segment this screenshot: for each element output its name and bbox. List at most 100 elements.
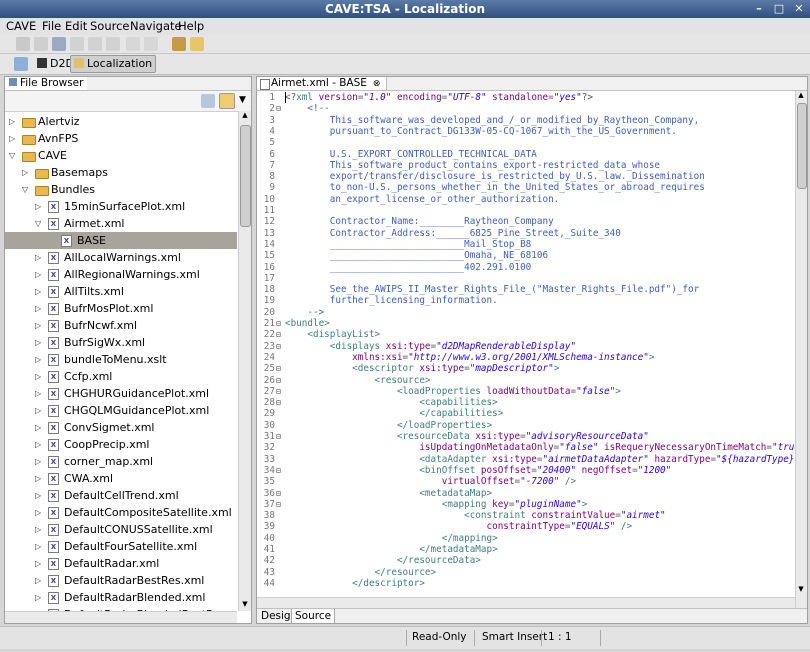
fold-marker-icon[interactable]: ⊟ (276, 341, 281, 352)
tree-item[interactable]: ▽ CAVE (5, 147, 237, 164)
tree-item[interactable]: ▷ AvnFPS (5, 130, 237, 147)
tree-item[interactable]: ▷ X AllTilts.xml (5, 283, 237, 300)
tree-item[interactable]: ▷ X DefaultRadarBestRes.xml (5, 572, 237, 589)
fold-marker-icon[interactable]: ⊟ (276, 386, 281, 397)
save-icon[interactable] (16, 37, 30, 51)
expand-toggle-icon[interactable]: ▷ (22, 164, 31, 181)
tree-item[interactable]: ▷ X BufrSigWx.xml (5, 334, 237, 351)
expand-toggle-icon[interactable]: ▷ (35, 572, 44, 589)
scroll-up-icon[interactable]: ▲ (796, 91, 806, 101)
fold-marker-icon[interactable]: ⊟ (276, 318, 281, 329)
open-file-icon[interactable] (190, 37, 204, 51)
scroll-up-icon[interactable]: ▲ (240, 111, 250, 121)
tree-item[interactable]: ▷ X 15minSurfacePlot.xml (5, 198, 237, 215)
tree-item[interactable]: ▷ XbundleToMenu.xslt (5, 351, 237, 368)
minimize-icon[interactable]: – (752, 2, 766, 15)
file-browser-tab[interactable]: File Browser (5, 77, 88, 90)
perspective-localization[interactable]: Localization (70, 55, 157, 73)
scrollbar-thumb[interactable] (240, 125, 251, 227)
expand-toggle-icon[interactable]: ▷ (35, 300, 44, 317)
expand-toggle-icon[interactable]: ▷ (35, 402, 44, 419)
tree-item[interactable]: ▷ X CHGHURGuidancePlot.xml (5, 385, 237, 402)
tree-item[interactable]: ▷ X Ccfp.xml (5, 368, 237, 385)
expand-toggle-icon[interactable]: ▷ (35, 538, 44, 555)
collapse-toggle-icon[interactable]: ▽ (35, 215, 44, 232)
fold-marker-icon[interactable]: ⊟ (276, 103, 281, 114)
expand-toggle-icon[interactable]: ▷ (35, 283, 44, 300)
cut-icon[interactable] (70, 37, 84, 51)
fold-marker-icon[interactable]: ⊟ (276, 375, 281, 386)
expand-toggle-icon[interactable]: ▷ (35, 368, 44, 385)
tree-item[interactable]: ▷ X DefaultCompositeSatellite.xml (5, 504, 237, 521)
fold-marker-icon[interactable]: ⊟ (276, 363, 281, 374)
tree-item[interactable]: ▷ X DefaultRadar.xml (5, 555, 237, 572)
menu-navigate[interactable]: Navigate (130, 19, 182, 33)
tree-item[interactable]: ▷ Basemaps (5, 164, 237, 181)
tab-source[interactable]: Source (291, 609, 336, 623)
xml-source-editor[interactable]: 1 <?xml version="1.0" encoding="UTF-8" st… (257, 91, 795, 608)
fold-marker-icon[interactable]: ⊟ (276, 329, 281, 340)
menu-edit[interactable]: Edit (65, 19, 87, 33)
tree-item[interactable]: ▷ Xcorner_map.xml (5, 453, 237, 470)
tree-item[interactable]: ▷ X DefaultRadarBlended.xml (5, 589, 237, 606)
file-tree-vertical-scrollbar[interactable]: ▲ ▼ (238, 111, 251, 611)
open-perspective-icon[interactable] (14, 57, 28, 71)
expand-toggle-icon[interactable]: ▷ (35, 487, 44, 504)
view-menu-icon[interactable]: ▼ (239, 95, 246, 105)
copy-icon[interactable] (88, 37, 102, 51)
collapse-toggle-icon[interactable]: ▽ (22, 181, 31, 198)
tree-item[interactable]: ▷ X CoopPrecip.xml (5, 436, 237, 453)
expand-toggle-icon[interactable]: ▷ (35, 351, 44, 368)
close-tab-icon[interactable]: ⊗ (373, 79, 381, 89)
collapse-toggle-icon[interactable]: ▽ (9, 147, 18, 164)
tree-item[interactable]: ▷ X DefaultCellTrend.xml (5, 487, 237, 504)
undo-icon[interactable] (126, 37, 140, 51)
tree-item[interactable]: ▷ X AllRegionalWarnings.xml (5, 266, 237, 283)
editor-vertical-scrollbar[interactable]: ▲ ▼ (795, 91, 807, 608)
scroll-down-icon[interactable]: ▼ (796, 585, 806, 595)
save-all-icon[interactable] (34, 37, 48, 51)
expand-toggle-icon[interactable]: ▷ (9, 130, 18, 147)
fold-marker-icon[interactable]: ⊟ (276, 488, 281, 499)
expand-toggle-icon[interactable]: ▷ (35, 249, 44, 266)
expand-toggle-icon[interactable]: ▷ (35, 589, 44, 606)
expand-toggle-icon[interactable]: ▷ (35, 385, 44, 402)
tree-item[interactable]: ▷ X BufrMosPlot.xml (5, 300, 237, 317)
tree-item[interactable]: ▷ X DefaultCONUSSatellite.xml (5, 521, 237, 538)
close-icon[interactable]: ✕ (792, 2, 806, 15)
expand-toggle-icon[interactable]: ▷ (35, 266, 44, 283)
tree-item[interactable]: ▷ X AllLocalWarnings.xml (5, 249, 237, 266)
hourglass-icon[interactable] (172, 37, 186, 51)
expand-toggle-icon[interactable]: ▷ (35, 198, 44, 215)
file-tree-horizontal-scrollbar[interactable] (5, 611, 237, 623)
scrollbar-thumb[interactable] (797, 103, 807, 189)
maximize-icon[interactable]: □ (772, 2, 786, 15)
expand-toggle-icon[interactable]: ▷ (9, 113, 18, 130)
tree-item[interactable]: ▷ X CWA.xml (5, 470, 237, 487)
editor-tab[interactable]: Airmet.xml - BASE ⊗ (257, 77, 388, 90)
expand-toggle-icon[interactable]: ▷ (35, 453, 44, 470)
menu-help[interactable]: Help (178, 19, 204, 33)
fold-marker-icon[interactable]: ⊟ (276, 397, 281, 408)
tree-item[interactable]: ▷ X CHGQLMGuidancePlot.xml (5, 402, 237, 419)
tree-item[interactable]: ▽ Bundles (5, 181, 237, 198)
fold-marker-icon[interactable]: ⊟ (276, 465, 281, 476)
fold-marker-icon[interactable]: ⊟ (276, 499, 281, 510)
expand-toggle-icon[interactable]: ▷ (35, 334, 44, 351)
menu-source[interactable]: Source (90, 19, 130, 33)
tree-item[interactable]: X BASE (5, 232, 237, 249)
tree-item[interactable]: ▷ X DefaultFourSatellite.xml (5, 538, 237, 555)
expand-toggle-icon[interactable]: ▷ (35, 436, 44, 453)
menu-cave[interactable]: CAVE (6, 19, 36, 33)
print-icon[interactable] (52, 37, 66, 51)
redo-icon[interactable] (144, 37, 158, 51)
expand-toggle-icon[interactable]: ▷ (35, 521, 44, 538)
collapse-all-icon[interactable] (201, 94, 215, 108)
link-with-editor-icon[interactable] (219, 93, 235, 109)
tree-item[interactable]: ▷ X BufrNcwf.xml (5, 317, 237, 334)
expand-toggle-icon[interactable]: ▷ (35, 470, 44, 487)
fold-marker-icon[interactable]: ⊟ (276, 431, 281, 442)
expand-toggle-icon[interactable]: ▷ (35, 504, 44, 521)
menu-file[interactable]: File (42, 19, 61, 33)
scroll-down-icon[interactable]: ▼ (240, 600, 250, 610)
